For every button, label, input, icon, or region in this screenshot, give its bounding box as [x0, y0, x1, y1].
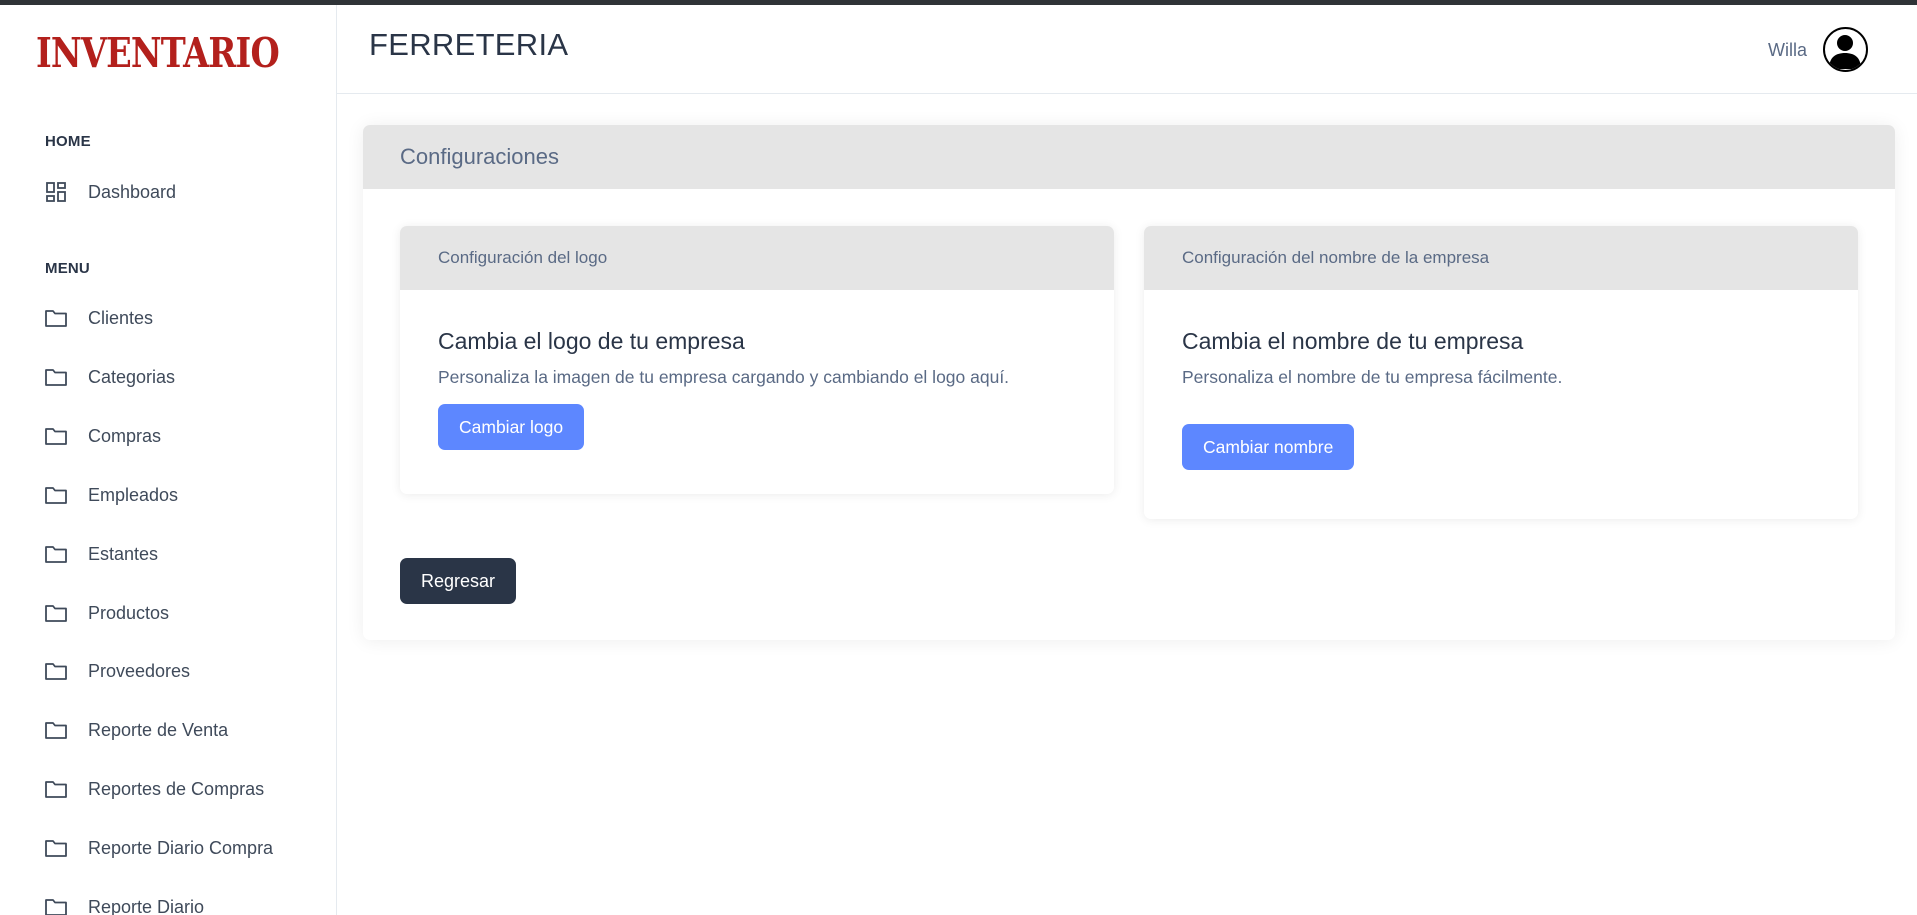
sidebar-section-menu: MENU [45, 260, 90, 277]
folder-icon [44, 365, 68, 389]
back-button[interactable]: Regresar [400, 558, 517, 604]
folder-icon [44, 483, 68, 507]
page-title: Configuraciones [363, 125, 1895, 189]
user-name[interactable]: Willa [1768, 40, 1807, 61]
sidebar-item-clientes[interactable]: Clientes [44, 303, 153, 333]
settings-card: Configuraciones Configuración del logo C… [363, 125, 1895, 640]
sidebar-item-reporte-diario[interactable]: Reporte Diario [44, 892, 204, 915]
sidebar-item-label: Reporte Diario Compra [88, 837, 274, 858]
sidebar-item-reporte-diario-compra[interactable]: Reporte Diario Compra [44, 833, 273, 863]
sidebar-item-compras[interactable]: Compras [44, 421, 161, 451]
brand-logo[interactable]: INVENTARIO [36, 33, 280, 74]
sidebar-item-label: Dashboard [88, 181, 177, 202]
sidebar-item-label: Proveedores [88, 660, 191, 681]
logo-card-description: Personaliza la imagen de tu empresa carg… [438, 367, 1010, 387]
sidebar: INVENTARIO HOME Dashboard MENU Clientes C… [0, 5, 337, 915]
name-config-card: Configuración del nombre de la empresa C… [1144, 226, 1858, 519]
sidebar-item-dashboard[interactable]: Dashboard [44, 177, 176, 207]
sidebar-item-proveedores[interactable]: Proveedores [44, 656, 190, 686]
company-name: FERRETERIA [369, 27, 569, 62]
sidebar-item-label: Reporte Diario [88, 896, 205, 915]
folder-icon [44, 542, 68, 566]
sidebar-item-reportes-de-compras[interactable]: Reportes de Compras [44, 774, 264, 804]
folder-icon [44, 659, 68, 683]
change-logo-button[interactable]: Cambiar logo [438, 404, 585, 450]
sidebar-item-label: Empleados [88, 484, 179, 505]
sidebar-item-label: Reporte de Venta [88, 719, 229, 740]
folder-icon [44, 777, 68, 801]
sidebar-item-label: Estantes [88, 543, 159, 564]
name-card-title: Cambia el nombre de tu empresa [1182, 328, 1524, 354]
name-card-description: Personaliza el nombre de tu empresa fáci… [1182, 367, 1563, 387]
logo-card-header: Configuración del logo [400, 226, 1114, 290]
logo-config-card: Configuración del logo Cambia el logo de… [400, 226, 1114, 494]
sidebar-item-label: Productos [88, 602, 170, 623]
sidebar-item-productos[interactable]: Productos [44, 598, 169, 628]
folder-icon [44, 601, 68, 625]
top-header: FERRETERIA Willa [337, 5, 1917, 94]
sidebar-item-label: Clientes [88, 307, 154, 328]
sidebar-item-label: Reportes de Compras [88, 778, 265, 799]
folder-icon [44, 424, 68, 448]
sidebar-section-home: HOME [45, 133, 91, 150]
dashboard-icon [44, 180, 68, 204]
folder-icon [44, 718, 68, 742]
avatar[interactable] [1823, 27, 1868, 72]
sidebar-item-reporte-de-venta[interactable]: Reporte de Venta [44, 715, 228, 745]
logo-card-title: Cambia el logo de tu empresa [438, 328, 745, 354]
folder-icon [44, 836, 68, 860]
sidebar-item-categorias[interactable]: Categorias [44, 362, 175, 392]
sidebar-item-estantes[interactable]: Estantes [44, 539, 158, 569]
folder-icon [44, 895, 68, 915]
name-card-header: Configuración del nombre de la empresa [1144, 226, 1858, 290]
sidebar-item-label: Compras [88, 425, 162, 446]
change-name-button[interactable]: Cambiar nombre [1182, 424, 1355, 470]
user-icon [1829, 35, 1861, 69]
sidebar-item-empleados[interactable]: Empleados [44, 480, 178, 510]
sidebar-item-label: Categorias [88, 366, 176, 387]
folder-icon [44, 306, 68, 330]
